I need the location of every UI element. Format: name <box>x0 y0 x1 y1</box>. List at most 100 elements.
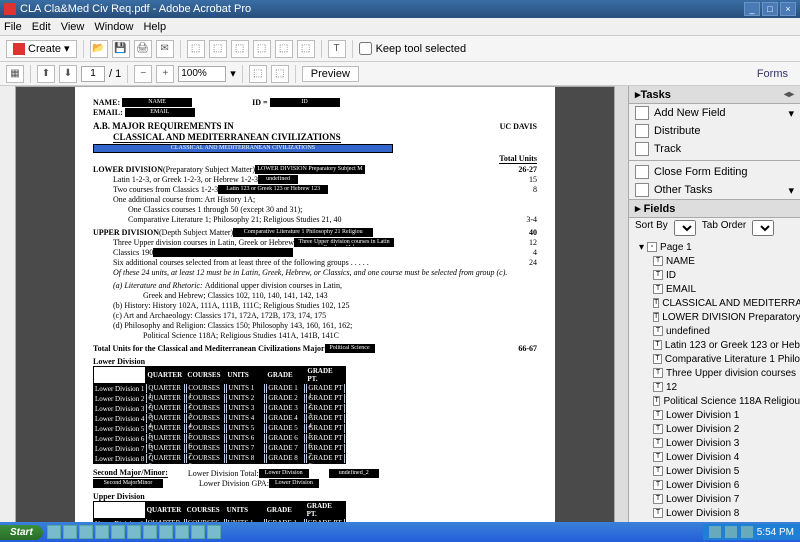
zoom-input[interactable] <box>178 66 226 82</box>
smm-field[interactable]: Second MajorMinor <box>93 479 163 488</box>
grid-cell[interactable]: GRADE PT 8 <box>306 454 346 464</box>
grid-cell[interactable]: QUARTER 8 <box>146 454 186 464</box>
open-icon[interactable]: 📂 <box>90 40 108 58</box>
grid-cell[interactable]: GRADE 3 <box>266 404 306 414</box>
start-button[interactable]: Start <box>0 525 43 540</box>
page-thumb-icon[interactable]: ▦ <box>6 65 24 83</box>
grid-cell[interactable]: COURSES 4 <box>186 414 226 424</box>
menu-view[interactable]: View <box>61 21 85 33</box>
grid-cell[interactable]: GRADE 2 <box>266 394 306 404</box>
tool-icon[interactable]: ⬚ <box>275 40 293 58</box>
ql-icon[interactable] <box>127 525 141 539</box>
tool-icon[interactable]: ⬚ <box>209 40 227 58</box>
pdf-page[interactable]: NAME: NAME ID = ID EMAIL: EMAIL A.B. MAJ… <box>75 87 555 522</box>
tree-node[interactable]: TLower Division 2 <box>639 422 800 436</box>
grid-cell[interactable]: GRADE 1 <box>265 519 305 523</box>
cls190-field[interactable] <box>153 248 293 257</box>
ql-icon[interactable] <box>143 525 157 539</box>
grid-cell[interactable]: UNITS 6 <box>226 434 266 444</box>
fit-icon[interactable]: ⬚ <box>271 65 289 83</box>
grid-cell[interactable]: COURSES 5 <box>186 424 226 434</box>
other-tasks-button[interactable]: Other Tasks▾ <box>629 181 800 199</box>
sortby-select[interactable] <box>674 220 696 236</box>
close-button[interactable]: × <box>780 2 796 16</box>
ql-icon[interactable] <box>111 525 125 539</box>
tree-node[interactable]: TLower Division 8 <box>639 506 800 520</box>
tree-node[interactable]: TLower Division 6 <box>639 478 800 492</box>
id-field[interactable]: ID <box>270 98 340 107</box>
tree-node[interactable]: TLower Division 5 <box>639 464 800 478</box>
taborder-select[interactable] <box>752 220 774 236</box>
tree-node[interactable]: Tundefined <box>639 324 800 338</box>
grid-cell[interactable]: GRADE PT 3 <box>306 404 346 414</box>
email-field[interactable]: EMAIL <box>125 108 195 117</box>
preview-button[interactable]: Preview <box>302 66 359 82</box>
maximize-button[interactable]: □ <box>762 2 778 16</box>
grid-cell[interactable]: GRADE PT 2 <box>306 394 346 404</box>
grid-cell[interactable]: GRADE 1 <box>266 384 306 394</box>
add-field-button[interactable]: Add New Field▾ <box>629 104 800 122</box>
track-button[interactable]: Track <box>629 140 800 158</box>
tree-node[interactable]: TNAME <box>639 254 800 268</box>
latin123-field[interactable]: Latin 123 or Greek 123 or Hebrew 123 <box>218 185 328 194</box>
grid-cell[interactable]: COURSES 2 <box>186 394 226 404</box>
grid-cell[interactable]: GRADE PT 5 <box>306 424 346 434</box>
grid-cell[interactable]: UNITS 7 <box>226 444 266 454</box>
page-number-input[interactable] <box>81 66 105 82</box>
menu-window[interactable]: Window <box>94 21 133 33</box>
three-field[interactable]: Three Upper division courses in Latin Gr… <box>294 238 394 247</box>
print-icon[interactable]: 🖨 <box>134 40 152 58</box>
grid-cell[interactable]: QUARTER 1 <box>146 384 186 394</box>
tree-node[interactable]: T12 <box>639 380 800 394</box>
grid-cell[interactable]: QUARTER 1 <box>145 519 185 523</box>
tree-node[interactable]: TLOWER DIVISION Preparatory <box>639 310 800 324</box>
distribute-button[interactable]: Distribute <box>629 122 800 140</box>
tool-icon[interactable]: T <box>328 40 346 58</box>
tree-node[interactable]: TPolitical Science 118A Religiou <box>639 394 800 408</box>
lower-division-table[interactable]: QUARTERCOURSESUNITSGRADEGRADE PT.Lower D… <box>93 366 346 464</box>
menu-help[interactable]: Help <box>143 21 166 33</box>
ql-icon[interactable] <box>63 525 77 539</box>
fit-icon[interactable]: ⬚ <box>249 65 267 83</box>
zoom-out-icon[interactable]: − <box>134 65 152 83</box>
tree-node[interactable]: TLower Division 3 <box>639 436 800 450</box>
tree-node[interactable]: TLower Division 1 <box>639 408 800 422</box>
grid-cell[interactable]: UNITS 4 <box>226 414 266 424</box>
grid-cell[interactable]: COURSES 6 <box>186 434 226 444</box>
grid-cell[interactable]: GRADE PT 6 <box>306 434 346 444</box>
grid-cell[interactable]: UNITS 1 <box>225 519 265 523</box>
grid-cell[interactable]: UNITS 5 <box>226 424 266 434</box>
panel-close-icon[interactable]: ◂▸ <box>784 89 794 100</box>
tree-node[interactable]: TLatin 123 or Greek 123 or Heb <box>639 338 800 352</box>
grid-cell[interactable]: QUARTER 3 <box>146 404 186 414</box>
ql-icon[interactable] <box>159 525 173 539</box>
grid-cell[interactable]: COURSES 1 <box>185 519 225 523</box>
ql-icon[interactable] <box>79 525 93 539</box>
grid-cell[interactable]: COURSES 1 <box>186 384 226 394</box>
tool-icon[interactable]: ⬚ <box>253 40 271 58</box>
grid-cell[interactable]: GRADE 5 <box>266 424 306 434</box>
upper-field[interactable]: Comparative Literature 1 Philosophy 21 R… <box>233 228 373 237</box>
grid-cell[interactable]: QUARTER 2 <box>146 394 186 404</box>
grid-cell[interactable]: GRADE 7 <box>266 444 306 454</box>
tree-node[interactable]: TCLASSICAL AND MEDITERRANE <box>639 296 800 310</box>
upper-division-table[interactable]: QUARTERCOURSESUNITSGRADEGRADE PT.Upper D… <box>93 501 346 522</box>
grid-cell[interactable]: GRADE 6 <box>266 434 306 444</box>
polsci-field[interactable]: Political Science <box>325 344 375 353</box>
grid-cell[interactable]: COURSES 3 <box>186 404 226 414</box>
tool-icon[interactable]: ⬚ <box>231 40 249 58</box>
grid-cell[interactable]: UNITS 3 <box>226 404 266 414</box>
menu-edit[interactable]: Edit <box>32 21 51 33</box>
name-field[interactable]: NAME <box>122 98 192 107</box>
system-tray[interactable]: 5:54 PM <box>703 524 800 540</box>
grid-cell[interactable]: QUARTER 4 <box>146 414 186 424</box>
grid-cell[interactable]: QUARTER 6 <box>146 434 186 444</box>
ql-icon[interactable] <box>191 525 205 539</box>
fields-tree[interactable]: ▾▫Page 1 TNAMETIDTEMAILTCLASSICAL AND ME… <box>629 238 800 522</box>
grid-cell[interactable]: GRADE PT 1 <box>305 519 345 523</box>
grid-cell[interactable]: UNITS 2 <box>226 394 266 404</box>
undef2-field[interactable]: undefined_2 <box>329 469 379 478</box>
menu-file[interactable]: File <box>4 21 22 33</box>
tree-node[interactable]: TLower Division 7 <box>639 492 800 506</box>
keep-tool-checkbox[interactable] <box>359 42 372 55</box>
